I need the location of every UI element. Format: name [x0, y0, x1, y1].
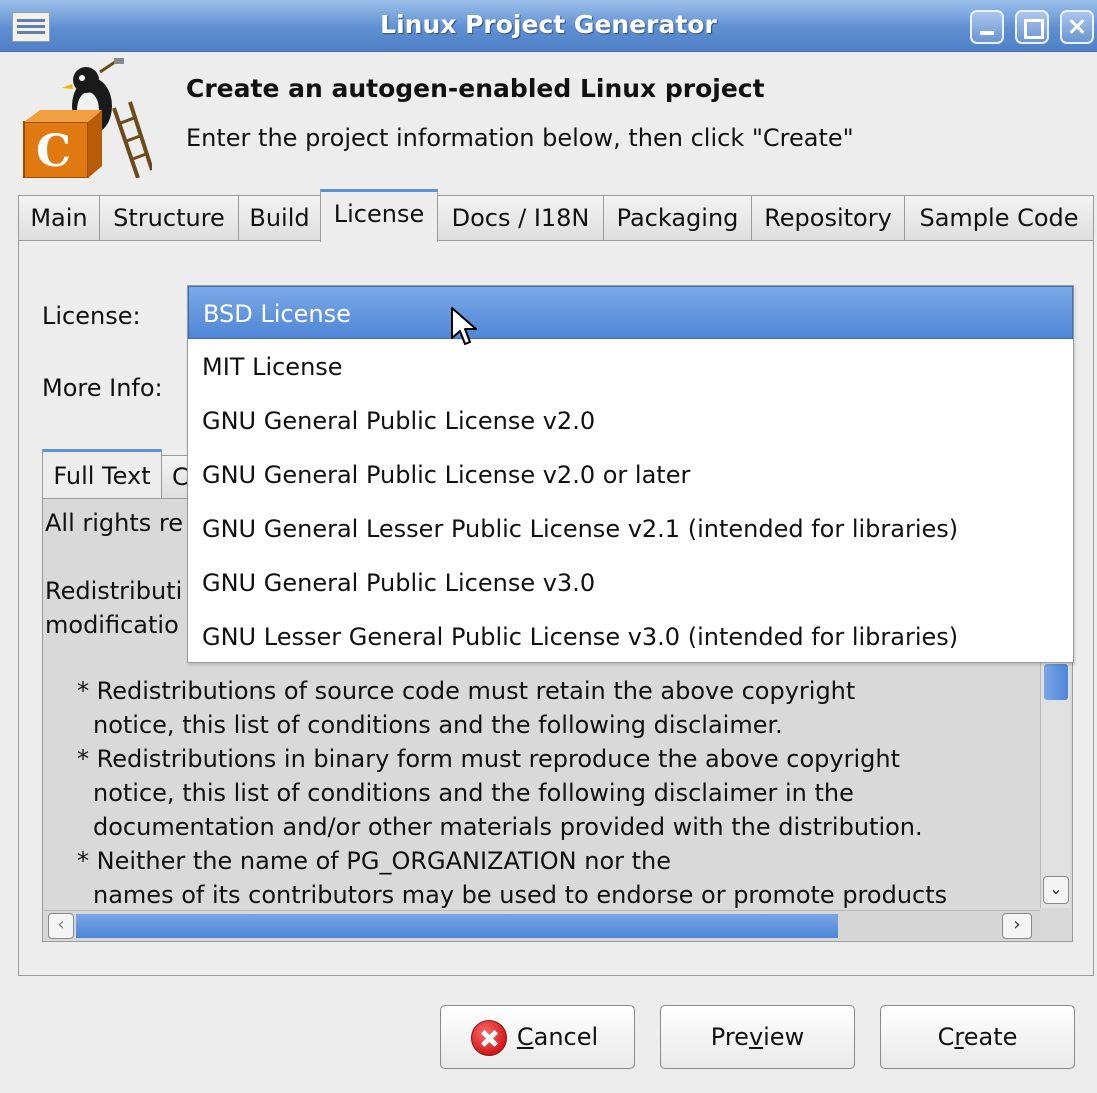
tab-main[interactable]: Main: [18, 195, 100, 241]
tab-repository[interactable]: Repository: [751, 195, 905, 241]
tab-structure[interactable]: Structure: [99, 195, 239, 241]
penguin-logo-icon: C: [23, 58, 152, 178]
text-line: * Redistributions in binary form must re…: [77, 745, 900, 773]
license-option-bsd[interactable]: BSD License: [188, 286, 1073, 339]
license-option-lgpl3[interactable]: GNU Lesser General Public License v3.0 (…: [188, 610, 1073, 664]
window-title: Linux Project Generator: [380, 10, 717, 39]
horizontal-scroll-thumb[interactable]: [76, 914, 838, 938]
tab-build[interactable]: Build: [238, 195, 321, 241]
license-option-gpl2-later[interactable]: GNU General Public License v2.0 or later: [188, 448, 1073, 502]
tab-license[interactable]: License: [320, 189, 438, 242]
text-line: * Redistributions of source code must re…: [77, 677, 856, 705]
tab-full-text[interactable]: Full Text: [42, 449, 162, 499]
license-dropdown-list[interactable]: BSD License MIT License GNU General Publ…: [187, 285, 1074, 663]
scroll-down-icon[interactable]: ⌄: [1043, 876, 1069, 904]
scroll-left-icon[interactable]: ‹: [48, 913, 74, 939]
text-line: notice, this list of conditions and the …: [93, 779, 854, 807]
generator-window: Linux Project Generator C Create an auto…: [0, 0, 1097, 1093]
main-tab-bar: Main Structure Build License Docs / I18N…: [18, 189, 1094, 242]
title-bar[interactable]: Linux Project Generator: [0, 0, 1097, 52]
tab-sample-code[interactable]: Sample Code: [904, 195, 1094, 241]
header-subtitle: Enter the project information below, the…: [186, 124, 854, 152]
text-line: names of its contributors may be used to…: [93, 881, 948, 909]
logo-letter: C: [36, 126, 71, 177]
header-title: Create an autogen-enabled Linux project: [186, 74, 765, 103]
tab-packaging[interactable]: Packaging: [603, 195, 752, 241]
tab-docs-i18n[interactable]: Docs / I18N: [437, 195, 604, 241]
text-line: notice, this list of conditions and the …: [93, 711, 783, 739]
horizontal-scrollbar[interactable]: ‹ ›: [44, 910, 1040, 940]
vertical-scroll-thumb[interactable]: [1044, 664, 1068, 700]
close-button[interactable]: [1060, 10, 1094, 44]
vertical-scrollbar[interactable]: ⌄: [1040, 660, 1070, 908]
mouse-pointer-icon: [451, 307, 477, 345]
cancel-button[interactable]: Cancel: [440, 1005, 635, 1069]
header: C Create an autogen-enabled Linux projec…: [0, 52, 1097, 180]
preview-button[interactable]: Preview: [660, 1005, 855, 1069]
text-line-partial-2: Redistributi: [45, 577, 183, 605]
maximize-button[interactable]: [1015, 10, 1049, 44]
minimize-button[interactable]: [970, 10, 1004, 44]
create-button[interactable]: Create: [880, 1005, 1075, 1069]
license-label: License:: [42, 302, 141, 330]
text-line: documentation and/or other materials pro…: [93, 813, 923, 841]
license-option-lgpl21[interactable]: GNU General Lesser Public License v2.1 (…: [188, 502, 1073, 556]
cancel-icon: [471, 1020, 507, 1056]
text-line-partial-3: modificatio: [45, 611, 179, 639]
more-info-label: More Info:: [42, 374, 163, 402]
license-option-gpl2[interactable]: GNU General Public License v2.0: [188, 394, 1073, 448]
scroll-right-icon[interactable]: ›: [1002, 913, 1032, 939]
text-line-partial-1: All rights re: [45, 509, 184, 537]
text-line: * Neither the name of PG_ORGANIZATION no…: [77, 847, 672, 875]
license-option-mit[interactable]: MIT License: [188, 340, 1073, 394]
license-option-gpl3[interactable]: GNU General Public License v3.0: [188, 556, 1073, 610]
